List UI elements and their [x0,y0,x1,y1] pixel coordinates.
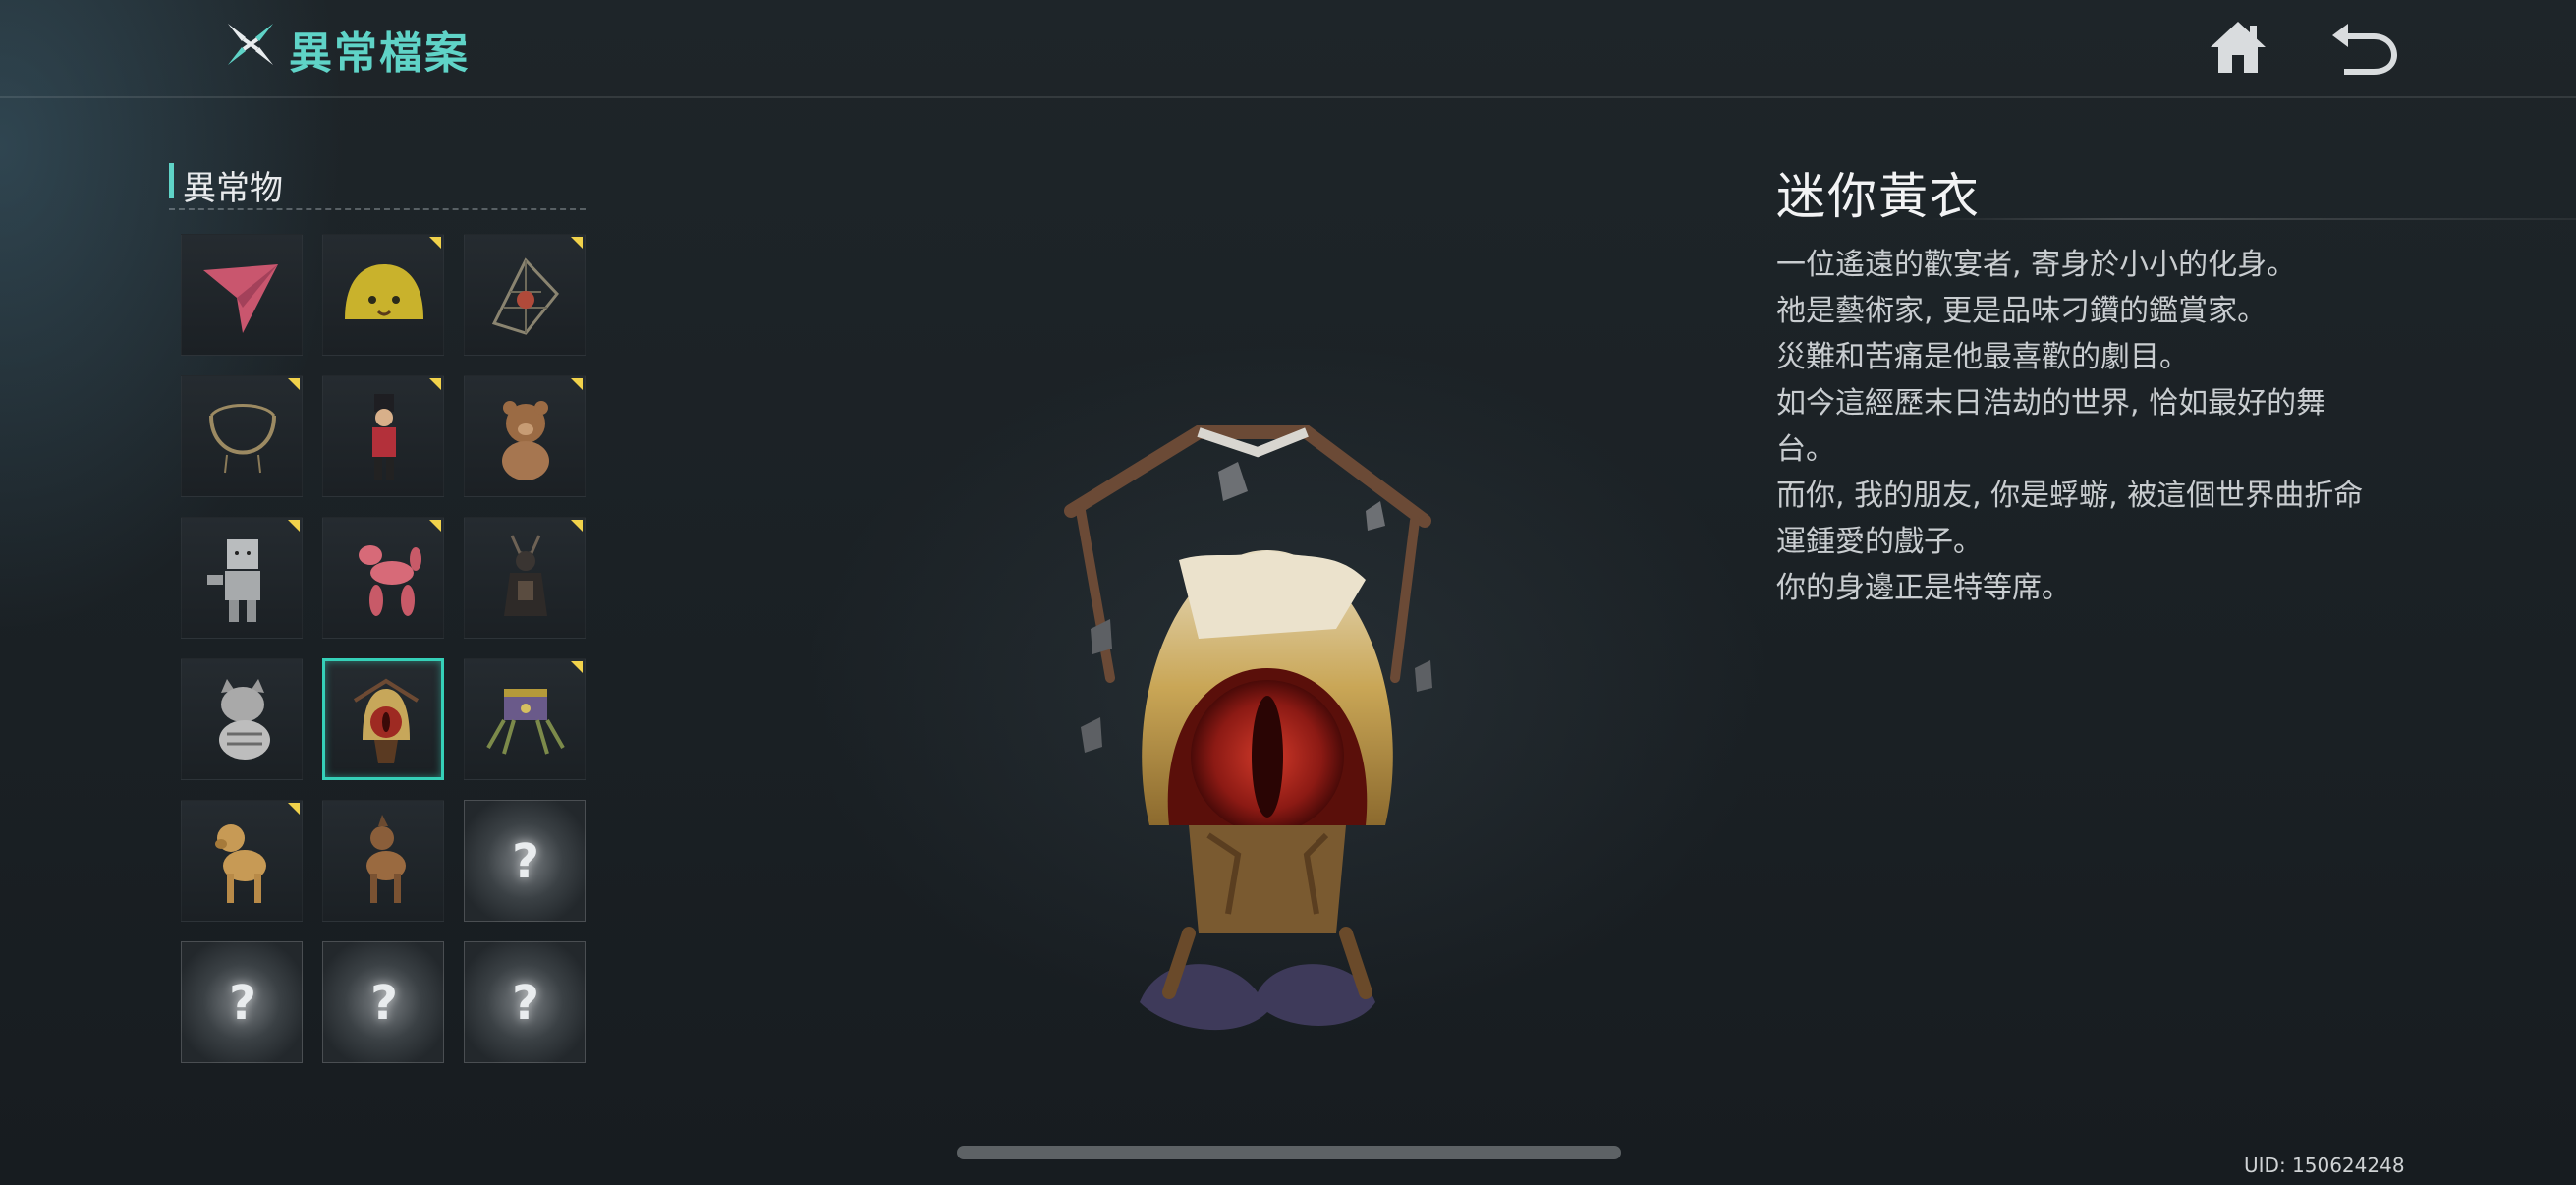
new-badge-icon [429,520,441,532]
labrador-dog-icon [215,824,266,903]
nutcracker-soldier-icon [372,394,396,480]
category-accent-bar [169,163,174,198]
grid-item[interactable] [322,800,444,922]
grid-item[interactable] [181,375,303,497]
title-divider [1926,218,2576,220]
grid-item[interactable] [464,517,586,639]
necklace-icon [209,404,276,474]
mini-yellow-robe-model[interactable] [1041,403,1474,1110]
grid-item-locked[interactable]: ? [181,941,303,1063]
new-badge-icon [571,661,583,673]
lantern-cage-icon [491,257,559,335]
grid-item-locked[interactable]: ? [322,941,444,1063]
new-badge-icon [429,378,441,390]
box-robot-icon [207,539,260,622]
description-line: 祂是藝術家, 更是品味刁鑽的鑑賞家。 [1776,294,2268,328]
description-line: 而你, 我的朋友, 你是蜉蝣, 被這個世界曲折命 [1776,479,2364,513]
dark-figure-icon [504,535,547,616]
anomaly-archive-screen: 異常檔案 異常物 ? ? ? ? 迷你黃衣 一位遙遠的歡宴者, 寄身於小小的化身… [0,0,2576,1185]
grid-item-locked[interactable]: ? [464,941,586,1063]
treasure-spider-icon [486,689,565,755]
description-line: 運鍾愛的戲子。 [1776,525,1983,559]
description-line: 如今這經歷末日浩劫的世界, 恰如最好的舞 [1776,386,2326,421]
yellow-blob-icon [345,264,423,319]
new-badge-icon [288,520,300,532]
unknown-icon: ? [370,976,398,1031]
balloon-dog-icon [359,545,421,616]
teddy-bear-icon [502,401,549,480]
page-title: 異常檔案 [289,28,470,79]
grid-item[interactable] [322,234,444,356]
home-icon[interactable] [2207,18,2269,77]
grid-item[interactable] [181,800,303,922]
crossed-blades-icon [228,24,273,65]
grid-item[interactable] [181,234,303,356]
grid-item[interactable] [322,375,444,497]
shepherd-dog-icon [366,815,406,903]
new-badge-icon [571,378,583,390]
description-line: 你的身邊正是特等席。 [1776,571,2071,605]
item-grid: ? ? ? ? [181,234,588,1063]
description-line: 災難和苦痛是他最喜歡的劇目。 [1776,340,2189,374]
description-line: 台。 [1776,432,1835,467]
item-description: 一位遙遠的歡宴者, 寄身於小小的化身。 祂是藝術家, 更是品味刁鑽的鑑賞家。 災… [1776,242,2405,611]
category-tab-anomalies[interactable]: 異常物 [169,159,586,210]
new-badge-icon [288,378,300,390]
category-label: 異常物 [183,169,283,208]
grid-item[interactable] [464,234,586,356]
grid-item-selected[interactable] [322,658,444,780]
description-line: 一位遙遠的歡宴者, 寄身於小小的化身。 [1776,248,2297,282]
grid-item[interactable] [322,517,444,639]
new-badge-icon [571,520,583,532]
top-bar: 異常檔案 [0,0,2576,98]
new-badge-icon [571,237,583,249]
tabby-cat-icon [219,679,270,760]
grid-item[interactable] [181,517,303,639]
new-badge-icon [288,803,300,815]
new-badge-icon [429,237,441,249]
mini-yellow-robe-icon [353,678,420,763]
unknown-icon: ? [229,976,256,1031]
paper-plane-icon [203,264,278,333]
back-arrow-icon[interactable] [2326,18,2401,77]
home-indicator-bar[interactable] [957,1146,1621,1159]
grid-item[interactable] [464,375,586,497]
grid-item[interactable] [464,658,586,780]
unknown-icon: ? [512,834,539,889]
unknown-icon: ? [512,976,539,1031]
user-id-label: UID: 150624248 [2244,1154,2405,1177]
grid-item[interactable] [181,658,303,780]
grid-item-locked[interactable]: ? [464,800,586,922]
